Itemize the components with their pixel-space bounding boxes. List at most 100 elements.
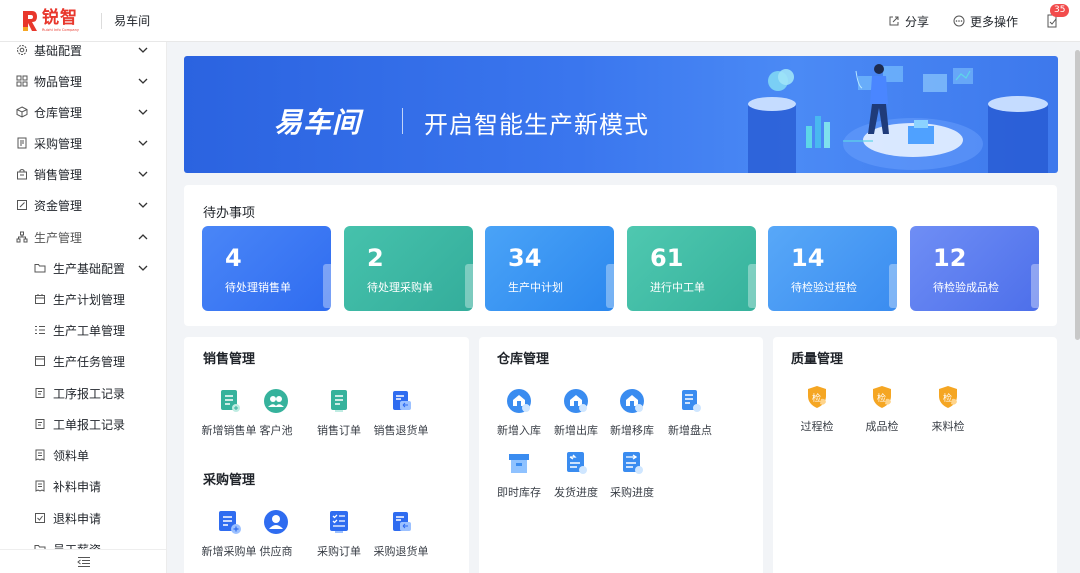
quick-action-label: 新增盘点 [668, 424, 712, 437]
sidebar-subitem-return-request[interactable]: 退料申请 [0, 507, 166, 529]
sidebar-item-purchase[interactable]: 采购管理 [0, 132, 166, 154]
chevron-down-icon [138, 78, 148, 84]
card-decoration [606, 264, 614, 308]
todo-card-process-inspection[interactable]: 14 待检验过程检 [768, 226, 897, 311]
chevron-down-icon [138, 171, 148, 177]
sidebar-subitem-production-task[interactable]: 生产任务管理 [0, 350, 166, 372]
logo[interactable]: 锐智 Ruizhi Info Company [22, 0, 83, 42]
sidebar-item-label: 工序报工记录 [53, 386, 126, 401]
collapse-menu-icon [76, 556, 90, 567]
todo-label: 待检验成品检 [933, 281, 999, 294]
folder-icon [34, 264, 46, 273]
logo-name: 锐智 [42, 7, 78, 28]
sidebar-subitem-supplement-request[interactable]: 补料申请 [0, 475, 166, 497]
page-scrollbar[interactable] [1075, 50, 1080, 340]
share-label: 分享 [904, 14, 929, 29]
quick-action-label: 新增出库 [554, 424, 598, 437]
todo-card-product-inspection[interactable]: 12 待检验成品检 [910, 226, 1039, 311]
sidebar-item-label: 生产计划管理 [53, 292, 126, 307]
sales-order-button[interactable]: 销售订单 [308, 388, 370, 440]
sidebar-subitem-material-requisition[interactable]: 领料单 [0, 444, 166, 466]
card-decoration [1031, 264, 1039, 308]
sidebar-item-warehouse[interactable]: 仓库管理 [0, 101, 166, 123]
sidebar-item-production[interactable]: 生产管理 [0, 226, 166, 248]
customer-pool-button[interactable]: 客户池 [245, 388, 307, 440]
shipping-progress-icon [567, 452, 587, 474]
quick-action-label: 新增入库 [497, 424, 541, 437]
chevron-down-icon [138, 202, 148, 208]
order-list-icon [331, 390, 347, 412]
sidebar-subitem-process-report[interactable]: 工序报工记录 [0, 382, 166, 404]
more-actions-button[interactable]: 更多操作 [953, 13, 1018, 30]
return-document-icon [393, 391, 411, 410]
return-document-icon [393, 512, 411, 531]
card-decoration [323, 264, 331, 308]
doc-icon [17, 137, 27, 149]
sidebar: 基础配置 物品管理 仓库管理 采购管理 销售管理 资金管理 生产管理 生产基础配… [0, 42, 167, 573]
banner-divider [402, 108, 403, 134]
top-bar: 锐智 Ruizhi Info Company 易车间 分享 更多操作 35 [0, 0, 1080, 42]
sidebar-item-label: 仓库管理 [34, 105, 83, 120]
sidebar-item-label: 基础配置 [34, 43, 83, 58]
sales-section-title: 销售管理 [203, 352, 256, 367]
receipt-icon [35, 449, 45, 461]
todo-count: 4 [225, 244, 242, 272]
sidebar-item-label: 物品管理 [34, 74, 83, 89]
inbound-icon [507, 389, 531, 413]
bag-icon [17, 169, 27, 180]
warehouse-section-title: 仓库管理 [497, 352, 550, 367]
sidebar-item-label: 资金管理 [34, 198, 83, 213]
todo-card-work-orders[interactable]: 61 进行中工单 [627, 226, 756, 311]
quick-action-label: 供应商 [259, 545, 293, 558]
sidebar-item-label: 生产基础配置 [53, 261, 126, 276]
todo-card-plans-in-production[interactable]: 34 生产中计划 [485, 226, 614, 311]
outbound-icon [564, 389, 588, 413]
customers-icon [264, 389, 288, 413]
sales-return-button[interactable]: 销售退货单 [370, 388, 432, 440]
inspection-badge-text: 检 [812, 394, 822, 404]
sidebar-subitem-work-order[interactable]: 生产工单管理 [0, 319, 166, 341]
new-transfer-button[interactable]: 新增移库 [601, 388, 663, 440]
sidebar-item-funds[interactable]: 资金管理 [0, 194, 166, 216]
share-icon [889, 16, 899, 26]
todo-card-purchase-orders[interactable]: 2 待处理采购单 [344, 226, 473, 311]
purchase-order-button[interactable]: 采购订单 [308, 509, 370, 561]
new-stocktake-button[interactable]: 新增盘点 [659, 388, 721, 440]
app-name: 易车间 [114, 14, 151, 28]
purchase-section-title: 采购管理 [203, 473, 256, 488]
share-button[interactable]: 分享 [888, 13, 929, 30]
supplier-button[interactable]: 供应商 [245, 509, 307, 561]
purchase-return-button[interactable]: 采购退货单 [370, 509, 432, 561]
sidebar-subitem-production-plan[interactable]: 生产计划管理 [0, 288, 166, 310]
quick-action-label: 采购退货单 [373, 545, 429, 558]
todo-count: 2 [367, 244, 384, 272]
sidebar-item-basic-config[interactable]: 基础配置 [0, 42, 166, 61]
sidebar-item-goods[interactable]: 物品管理 [0, 70, 166, 92]
new-inbound-button[interactable]: 新增入库 [488, 388, 550, 440]
sidebar-item-sales[interactable]: 销售管理 [0, 163, 166, 185]
chevron-up-icon [138, 234, 148, 240]
sidebar-item-label: 销售管理 [34, 167, 83, 182]
new-outbound-button[interactable]: 新增出库 [545, 388, 607, 440]
todo-label: 待检验过程检 [791, 281, 857, 294]
shipping-progress-button[interactable]: 发货进度 [545, 450, 607, 502]
inspection-badge-text: 检 [877, 394, 887, 404]
todo-count: 61 [650, 244, 684, 272]
sidebar-subitem-production-config[interactable]: 生产基础配置 [0, 257, 166, 279]
purchase-progress-button[interactable]: 采购进度 [601, 450, 663, 502]
grid-icon [16, 75, 28, 87]
sidebar-item-label: 采购管理 [34, 136, 83, 151]
sidebar-subitem-order-report[interactable]: 工单报工记录 [0, 413, 166, 435]
chevron-down-icon [138, 140, 148, 146]
todo-notification-button[interactable]: 35 [1042, 4, 1070, 31]
calendar-icon [35, 294, 45, 304]
sidebar-item-label: 生产任务管理 [53, 354, 126, 369]
quick-action-label: 新增移库 [610, 424, 654, 437]
realtime-inventory-button[interactable]: 即时库存 [488, 450, 550, 502]
card-decoration [748, 264, 756, 308]
banner-title: 易车间 [274, 106, 362, 139]
collapse-sidebar-button[interactable] [0, 549, 166, 573]
clipboard-icon [35, 388, 45, 398]
inventory-box-icon [509, 454, 529, 473]
todo-card-sales-orders[interactable]: 4 待处理销售单 [202, 226, 331, 311]
